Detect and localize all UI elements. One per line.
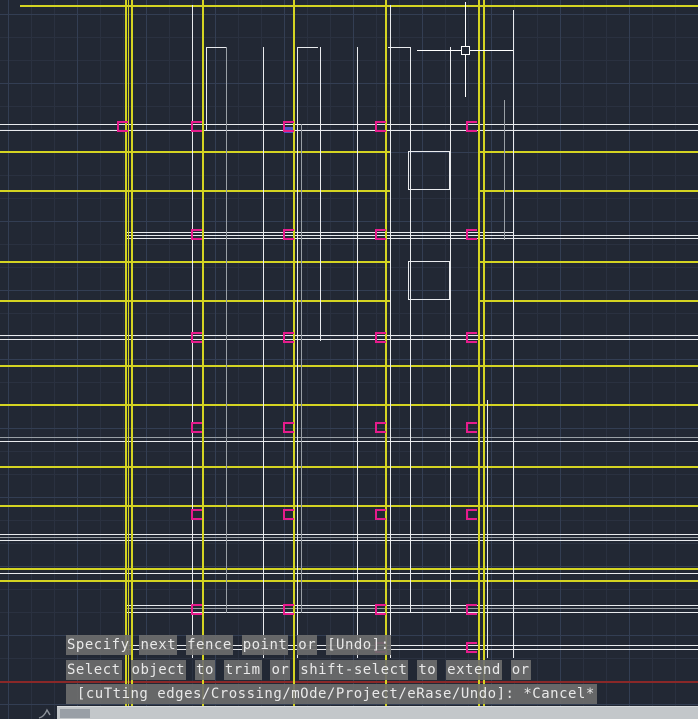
command-text: to xyxy=(195,660,215,680)
command-history-line-1: Specify next fence point or [Undo]: xyxy=(66,635,391,655)
command-cursor-icon xyxy=(36,705,56,719)
command-text: or xyxy=(270,660,291,680)
command-text: or xyxy=(297,635,318,655)
command-text-gap xyxy=(437,660,446,680)
command-history-line-2: Select object to trim or shift-select to… xyxy=(66,660,531,680)
command-text-gap xyxy=(122,660,131,680)
command-text-gap xyxy=(288,635,297,655)
command-text: shift-select xyxy=(299,660,409,680)
command-text: [cuTting edges/Crossing/mOde/Project/eRa… xyxy=(66,684,597,704)
command-text-gap xyxy=(233,635,242,655)
command-text-gap xyxy=(186,660,195,680)
command-history-overlay: Specify next fence point or [Undo]: Selec… xyxy=(0,0,698,719)
command-input-highlight xyxy=(60,709,90,718)
command-text: trim xyxy=(223,660,262,680)
command-text: Select xyxy=(66,660,122,680)
command-text: Specify xyxy=(66,635,131,655)
command-bar xyxy=(0,705,698,719)
drawing-canvas[interactable]: Specify next fence point or [Undo]: Selec… xyxy=(0,0,698,719)
command-text-gap xyxy=(290,660,299,680)
command-text-gap xyxy=(317,635,326,655)
command-text: fence xyxy=(186,635,233,655)
command-history-line-3: [cuTting edges/Crossing/mOde/Project/eRa… xyxy=(66,684,597,704)
command-text: point xyxy=(241,635,289,655)
command-text-gap xyxy=(177,635,186,655)
command-text-gap xyxy=(215,660,224,680)
command-text: next xyxy=(139,635,178,655)
command-input[interactable] xyxy=(57,706,698,719)
command-text: [Undo]: xyxy=(326,635,391,655)
command-text-gap xyxy=(502,660,511,680)
command-text: object xyxy=(130,660,187,680)
command-text: extend xyxy=(446,660,502,680)
command-text: to xyxy=(417,660,438,680)
command-text: or xyxy=(510,660,531,680)
